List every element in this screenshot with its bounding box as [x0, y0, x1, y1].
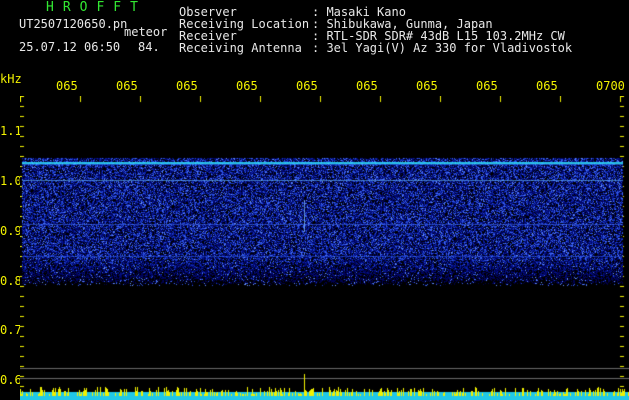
freq-tick-label: 0.8: [0, 274, 22, 288]
freq-tick-label: 0.6: [0, 373, 22, 387]
field-value-antenna: : 3el Yagi(V) Az 330 for Vladivostok: [312, 41, 573, 55]
time-tick-label: 065: [296, 79, 318, 93]
time-tick-label: 0700: [596, 79, 625, 93]
time-tick-label: 065: [236, 79, 258, 93]
meteor-count: 84.: [138, 40, 160, 54]
freq-unit-label: kHz: [0, 72, 22, 86]
time-tick-label: 065: [56, 79, 78, 93]
time-tick-label: 065: [116, 79, 138, 93]
freq-tick-label: 0.7: [0, 323, 22, 337]
time-tick-label: 065: [176, 79, 198, 93]
freq-tick-label: 1.0: [0, 174, 22, 188]
spectrogram-window: HROFFT UT2507120650.pn meteor 25.07.12 0…: [0, 0, 629, 400]
freq-tick-label: 0.9: [0, 224, 22, 238]
time-tick-label: 065: [416, 79, 438, 93]
brand-label: HROFFT: [46, 0, 147, 15]
time-tick-label: 065: [356, 79, 378, 93]
meteor-label: meteor: [124, 25, 168, 39]
spectrogram-plot: [20, 96, 629, 400]
time-tick-label: 065: [476, 79, 498, 93]
field-label-antenna: Receiving Antenna: [179, 41, 302, 55]
time-tick-label: 065: [536, 79, 558, 93]
file-name: UT2507120650.pn: [19, 17, 128, 31]
freq-tick-label: 1.1: [0, 124, 22, 138]
date-time: 25.07.12 06:50: [19, 40, 121, 54]
